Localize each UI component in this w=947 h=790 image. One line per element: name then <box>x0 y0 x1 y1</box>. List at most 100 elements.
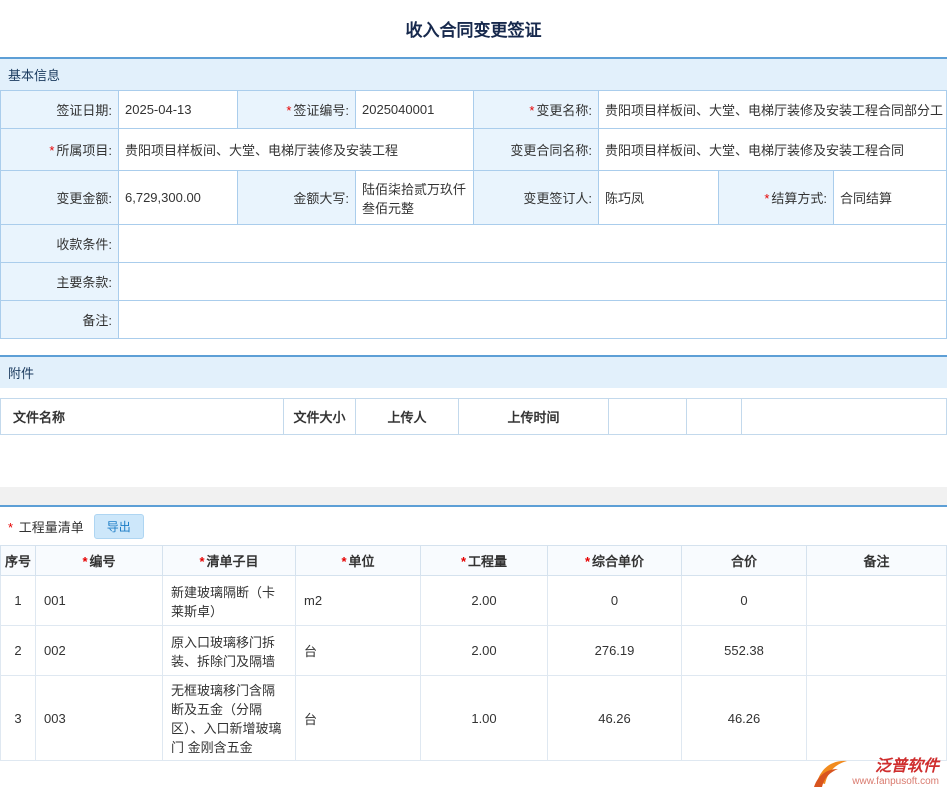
field-label-change-amount: 变更金额: <box>1 171 119 225</box>
form-row-3: 变更金额: 6,729,300.00 金额大写: 陆佰柒拾贰万玖仟叁佰元整 变更… <box>1 171 947 225</box>
header-text: 备注 <box>863 554 889 569</box>
field-label-receipt-terms: 收款条件: <box>1 225 119 263</box>
required-marker: * <box>82 554 87 569</box>
header-text: 清单子目 <box>207 554 259 569</box>
label-text: 收款条件: <box>56 237 112 252</box>
boq-title-text: 工程量清单 <box>19 520 84 535</box>
label-text: 签证编号: <box>293 103 349 118</box>
cell-remark <box>807 676 947 761</box>
label-text: 变更名称: <box>536 103 592 118</box>
field-label-remark: 备注: <box>1 301 119 339</box>
boq-section: * 工程量清单 导出 序号 *编号 *清单子目 *单位 *工程量 *综合单价 合… <box>0 505 947 761</box>
cell-item: 原入口玻璃移门拆装、拆除门及隔墙 <box>163 626 296 676</box>
header-text: 序号 <box>5 554 31 569</box>
boq-col-unit: *单位 <box>296 546 421 576</box>
cell-code: 002 <box>36 626 163 676</box>
required-marker: * <box>286 103 291 118</box>
page-title: 收入合同变更签证 <box>0 16 947 41</box>
form-row-4: 收款条件: <box>1 225 947 263</box>
form-row-5: 主要条款: <box>1 263 947 301</box>
label-text: 所属项目: <box>56 143 112 158</box>
cell-unit: 台 <box>296 676 421 761</box>
label-text: 主要条款: <box>56 275 112 290</box>
boq-col-quantity: *工程量 <box>421 546 548 576</box>
field-label-signer: 变更签订人: <box>474 171 599 225</box>
form-row-6: 备注: <box>1 301 947 339</box>
cell-quantity: 2.00 <box>421 576 548 626</box>
cell-item: 无框玻璃移门含隔断及五金（分隔区）、入口新增玻璃门 金刚含五金 <box>163 676 296 761</box>
cell-remark <box>807 576 947 626</box>
attachments-section-title: 附件 <box>8 366 34 381</box>
field-value-main-terms <box>119 263 947 301</box>
brand-site: www.fanpusoft.com <box>852 776 939 788</box>
table-row: 3 003 无框玻璃移门含隔断及五金（分隔区）、入口新增玻璃门 金刚含五金 台 … <box>1 676 947 761</box>
attachments-col-empty-1 <box>609 399 687 435</box>
required-marker: * <box>461 554 466 569</box>
attachments-col-uploader: 上传人 <box>356 399 459 435</box>
cell-quantity: 2.00 <box>421 626 548 676</box>
field-value-change-contract-name: 贵阳项目样板间、大堂、电梯厅装修及安装工程合同 <box>599 129 947 171</box>
basic-info-table: 签证日期: 2025-04-13 *签证编号: 2025040001 *变更名称… <box>0 90 947 339</box>
cell-code: 003 <box>36 676 163 761</box>
fanpu-logo-icon <box>814 758 848 788</box>
boq-col-item: *清单子目 <box>163 546 296 576</box>
boq-col-seq: 序号 <box>1 546 36 576</box>
label-text: 签证日期: <box>56 103 112 118</box>
label-text: 变更合同名称: <box>510 143 592 158</box>
field-label-amount-words: 金额大写: <box>238 171 356 225</box>
basic-info-section-header: 基本信息 <box>0 57 947 90</box>
field-value-change-amount: 6,729,300.00 <box>119 171 238 225</box>
header-text: 合价 <box>731 554 757 569</box>
cell-total: 0 <box>682 576 807 626</box>
value-text: 陈巧凤 <box>605 191 644 206</box>
attachments-header-row: 文件名称 文件大小 上传人 上传时间 <box>1 399 947 435</box>
header-text: 综合单价 <box>592 554 644 569</box>
table-row: 1 001 新建玻璃隔断（卡莱斯卓） m2 2.00 0 0 <box>1 576 947 626</box>
export-button[interactable]: 导出 <box>94 514 144 539</box>
field-label-sign-no: *签证编号: <box>238 91 356 129</box>
value-text: 6,729,300.00 <box>125 190 201 205</box>
required-marker: * <box>49 143 54 158</box>
cell-total: 46.26 <box>682 676 807 761</box>
cell-unit: m2 <box>296 576 421 626</box>
cell-item: 新建玻璃隔断（卡莱斯卓） <box>163 576 296 626</box>
field-value-sign-no: 2025040001 <box>356 91 474 129</box>
value-text: 陆佰柒拾贰万玖仟叁佰元整 <box>362 182 466 216</box>
cell-quantity: 1.00 <box>421 676 548 761</box>
required-marker: * <box>585 554 590 569</box>
field-label-change-contract-name: 变更合同名称: <box>474 129 599 171</box>
cell-total: 552.38 <box>682 626 807 676</box>
boq-col-remark: 备注 <box>807 546 947 576</box>
attachments-col-filesize: 文件大小 <box>284 399 356 435</box>
field-value-settlement: 合同结算 <box>834 171 947 225</box>
value-text: 2025040001 <box>362 102 434 117</box>
attachments-section: 附件 文件名称 文件大小 上传人 上传时间 <box>0 355 947 487</box>
form-row-2: *所属项目: 贵阳项目样板间、大堂、电梯厅装修及安装工程 变更合同名称: 贵阳项… <box>1 129 947 171</box>
required-marker: * <box>8 520 13 535</box>
header-text: 工程量 <box>468 554 507 569</box>
value-text: 贵阳项目样板间、大堂、电梯厅装修及安装工程合同部分工 <box>605 103 943 118</box>
cell-seq: 3 <box>1 676 36 761</box>
cell-seq: 1 <box>1 576 36 626</box>
boq-col-code: *编号 <box>36 546 163 576</box>
attachments-col-filename: 文件名称 <box>1 399 284 435</box>
required-marker: * <box>764 191 769 206</box>
field-value-receipt-terms <box>119 225 947 263</box>
boq-table: 序号 *编号 *清单子目 *单位 *工程量 *综合单价 合价 备注 1 001 … <box>0 545 947 761</box>
cell-unit: 台 <box>296 626 421 676</box>
brand-watermark: 泛普软件 www.fanpusoft.com <box>814 758 939 788</box>
label-text: 结算方式: <box>771 191 827 206</box>
boq-header-row: 序号 *编号 *清单子目 *单位 *工程量 *综合单价 合价 备注 <box>1 546 947 576</box>
cell-code: 001 <box>36 576 163 626</box>
field-value-remark <box>119 301 947 339</box>
boq-section-header: * 工程量清单 导出 <box>0 507 947 545</box>
label-text: 金额大写: <box>293 191 349 206</box>
header-text: 单位 <box>349 554 375 569</box>
required-marker: * <box>529 103 534 118</box>
value-text: 贵阳项目样板间、大堂、电梯厅装修及安装工程 <box>125 143 398 158</box>
field-value-amount-words: 陆佰柒拾贰万玖仟叁佰元整 <box>356 171 474 225</box>
value-text: 合同结算 <box>840 191 892 206</box>
field-label-main-terms: 主要条款: <box>1 263 119 301</box>
cell-unitprice: 0 <box>548 576 682 626</box>
basic-info-section: 基本信息 签证日期: 2025-04-13 *签证编号: 2025040001 … <box>0 57 947 339</box>
